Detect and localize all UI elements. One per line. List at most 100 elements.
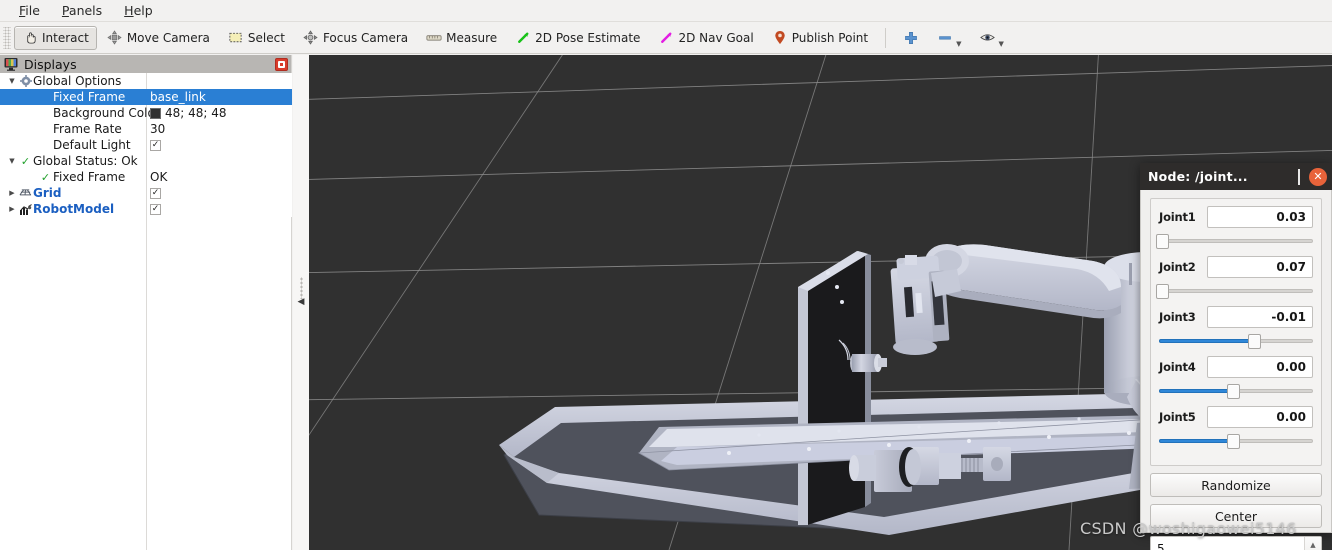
watermark: CSDN @woshigaowei5146 [1080,519,1297,538]
tree-row[interactable]: Background Color 48; 48; 48 [0,105,292,121]
joint-value-field[interactable]: -0.01 [1207,306,1313,328]
tree-row[interactable]: Fixed Frame base_link [0,89,292,105]
tree-row[interactable]: ▼ ✓ Global Status: Ok [0,153,292,169]
splitter-grip [299,276,303,299]
slider-handle[interactable] [1248,334,1262,349]
slider-fill [1159,439,1233,443]
tree-row-value[interactable]: ✓ [150,139,161,151]
tree-row-value[interactable]: 30 [150,122,165,136]
displays-tree[interactable]: ▼ Global Options Fixed Frame base_link Backg… [0,73,292,550]
slider-handle[interactable] [1226,434,1240,449]
2d-nav-goal-label: 2D Nav Goal [678,30,754,45]
add-tool-icon [903,30,919,46]
green-arrow-icon [515,30,531,46]
tree-row-label: Fixed Frame [53,170,126,184]
chevron-left-icon[interactable]: ◀ [298,298,305,307]
joint-slider[interactable] [1156,283,1313,299]
add-tool-button[interactable] [895,26,927,50]
chevron-right-icon[interactable]: ▶ [6,205,18,213]
tree-row-value-text: base_link [150,90,206,104]
grid-icon [18,188,33,199]
focus-camera-button[interactable]: Focus Camera [295,26,416,50]
joint-row: Joint2 0.07 [1159,256,1313,278]
move-camera-button[interactable]: Move Camera [99,26,218,50]
joint-value-field[interactable]: 0.03 [1207,206,1313,228]
measure-button[interactable]: Measure [418,26,505,50]
checkbox[interactable]: ✓ [150,203,161,215]
select-label: Select [247,30,285,45]
2d-pose-estimate-button[interactable]: 2D Pose Estimate [507,26,648,50]
tree-row[interactable]: ▼ Global Options [0,73,292,89]
joint-slider[interactable] [1159,433,1313,449]
select-button[interactable]: Select [220,26,293,50]
randomize-button[interactable]: Randomize [1150,473,1322,497]
joint-row: Joint1 0.03 [1159,206,1313,228]
close-icon[interactable]: ✕ [1309,167,1327,186]
joint-value-field[interactable]: 0.00 [1207,356,1313,378]
tree-row-value[interactable]: base_link [150,90,206,104]
menu-item-file[interactable]: File [8,1,51,21]
joint-window-titlebar[interactable]: Node: /joint... ✕ [1140,163,1332,190]
joint-label: Joint3 [1159,310,1196,324]
remove-tool-button[interactable]: ▼ [929,26,969,50]
tree-row-value[interactable]: ✓ [150,203,161,215]
checkbox[interactable]: ✓ [150,139,161,151]
joint-state-publisher-window: Node: /joint... ✕ Joint1 0.03 Joint2 0.07 Jo… [1140,163,1332,550]
joint-slider[interactable] [1156,233,1313,249]
chevron-right-icon[interactable]: ▶ [6,189,18,197]
tree-row[interactable]: Frame Rate 30 [0,121,292,137]
toolbar-grip[interactable] [3,26,11,49]
joint-value-field[interactable]: 0.07 [1207,256,1313,278]
color-swatch[interactable] [150,107,161,119]
tree-row-value[interactable]: 48; 48; 48 [150,106,227,120]
chevron-down-icon[interactable]: ▼ [956,40,961,48]
visibility-button[interactable]: ▼ [971,26,1011,50]
joint-slider[interactable] [1159,333,1313,349]
menu-item-panels[interactable]: Panels [51,1,113,21]
tree-row-value[interactable]: ✓ [150,187,161,199]
menu-item-help[interactable]: Help [113,1,164,21]
tree-row-value[interactable]: OK [150,170,167,184]
joint-label: Joint4 [1159,360,1196,374]
map-pin-icon [772,30,788,46]
joint-window-title: Node: /joint... [1148,169,1248,184]
tree-row-label: Default Light [53,138,131,152]
count-spinbox-value: 5 [1157,542,1165,550]
main-toolbar: Interact Move Camera Select Focus Camera Mea… [0,22,1332,54]
tree-row[interactable]: ✓ Fixed Frame OK [0,169,292,185]
count-spinbox[interactable]: 5 ▲ ▼ [1150,536,1322,550]
check-icon: ✓ [40,170,51,184]
checkbox[interactable]: ✓ [150,187,161,199]
chevron-down-icon[interactable]: ▼ [998,40,1003,48]
interact-button[interactable]: Interact [14,25,97,50]
displays-panel-titlebar: Displays [0,55,291,73]
ruler-icon [426,30,442,46]
2d-pose-estimate-label: 2D Pose Estimate [535,30,641,45]
joint-value-field[interactable]: 0.00 [1207,406,1313,428]
slider-track[interactable] [1159,239,1313,243]
chevron-down-icon[interactable]: ▼ [6,77,18,85]
gear-icon [18,75,33,87]
toolbar-separator [885,27,887,48]
tree-row[interactable]: ▶ Grid ✓ [0,185,292,201]
tree-row-value-text: 30 [150,122,166,136]
tree-row[interactable]: Default Light ✓ [0,137,292,153]
chevron-up-icon[interactable]: ▲ [1310,541,1315,548]
tree-row[interactable]: ▶ RobotModel ✓ [0,201,292,217]
publish-point-button[interactable]: Publish Point [764,26,876,50]
maximize-icon[interactable] [1298,168,1300,185]
tree-row-label: Global Options [33,74,122,88]
joint-slider[interactable] [1159,383,1313,399]
slider-handle[interactable] [1226,384,1240,399]
slider-handle[interactable] [1156,284,1170,299]
close-icon[interactable] [275,57,288,71]
displays-panel: Displays ▼ Global Options Fixed Frame base_… [0,55,292,550]
dock-splitter[interactable]: ◀ [293,55,309,550]
slider-handle[interactable] [1156,234,1170,249]
chevron-down-icon[interactable]: ▼ [6,157,18,165]
slider-track[interactable] [1159,289,1313,293]
joint-window-body: Joint1 0.03 Joint2 0.07 Joint3 -0.01 Joint4 0.0… [1140,190,1332,550]
spinbox-stepper[interactable]: ▲ ▼ [1304,537,1321,550]
2d-nav-goal-button[interactable]: 2D Nav Goal [650,26,761,50]
magenta-arrow-icon [658,30,674,46]
